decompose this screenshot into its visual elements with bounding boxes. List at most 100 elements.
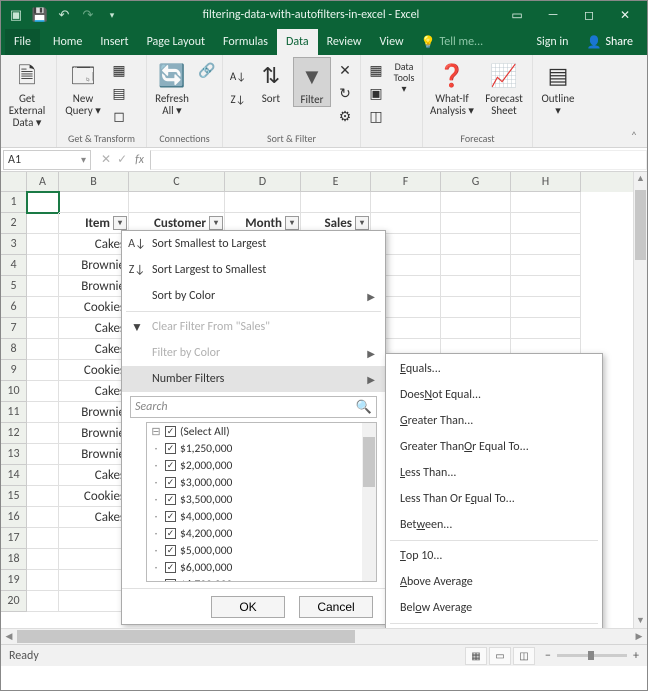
sort-asc-item[interactable]: A↓Sort Smallest to Largest	[122, 231, 385, 257]
checkbox-icon[interactable]: ✓	[165, 579, 176, 581]
cell[interactable]: Brownie	[59, 444, 129, 465]
number-filter-option[interactable]: Equals...	[386, 356, 602, 382]
cell[interactable]	[441, 255, 511, 276]
cell[interactable]	[27, 255, 59, 276]
scroll-right-icon[interactable]: ▶	[631, 629, 647, 644]
cell[interactable]: Brownie	[59, 402, 129, 423]
filter-value-item[interactable]: ·✓$3,000,000	[147, 474, 362, 491]
filter-dropdown-button[interactable]: ▾	[209, 216, 223, 230]
redo-icon[interactable]: ↷	[77, 4, 99, 26]
worksheet-grid[interactable]: ABCDEFGH 1234567891011121314151617181920…	[1, 172, 647, 628]
filter-value-item[interactable]: ·✓$4,000,000	[147, 508, 362, 525]
row-header-1[interactable]: 1	[1, 192, 27, 213]
share-button[interactable]: 👤Share	[576, 29, 643, 55]
list-scrollbar[interactable]	[362, 423, 376, 581]
vertical-scrollbar[interactable]: ▲ ▼	[633, 172, 647, 628]
cell[interactable]	[441, 234, 511, 255]
cell[interactable]	[441, 318, 511, 339]
sort-desc-item[interactable]: Z↓Sort Largest to Smallest	[122, 257, 385, 283]
cell[interactable]: Cakes	[59, 318, 129, 339]
cell[interactable]	[301, 192, 371, 213]
cell[interactable]: Cookies	[59, 297, 129, 318]
name-box[interactable]: A1 ▾	[3, 150, 91, 170]
column-header-H[interactable]: H	[511, 172, 581, 192]
cell[interactable]	[59, 528, 129, 549]
row-header-8[interactable]: 8	[1, 339, 27, 360]
cell[interactable]: Brownie	[59, 255, 129, 276]
row-header-20[interactable]: 20	[1, 591, 27, 612]
cell[interactable]	[511, 213, 581, 234]
scroll-left-icon[interactable]: ◀	[1, 629, 17, 644]
scroll-down-icon[interactable]: ▼	[634, 614, 647, 628]
cell[interactable]	[27, 591, 59, 612]
sign-in[interactable]: Sign in	[528, 29, 576, 55]
tab-insert[interactable]: Insert	[91, 29, 137, 55]
row-header-10[interactable]: 10	[1, 381, 27, 402]
row-header-14[interactable]: 14	[1, 465, 27, 486]
checkbox-icon[interactable]: ✓	[165, 426, 176, 437]
cell[interactable]	[27, 360, 59, 381]
remove-dup-icon[interactable]: ◫	[365, 105, 387, 127]
filter-dropdown-button[interactable]: ▾	[355, 216, 369, 230]
cell[interactable]	[27, 444, 59, 465]
filter-value-item[interactable]: ·✓$1,250,000	[147, 440, 362, 457]
advanced-icon[interactable]: ⚙	[334, 105, 356, 127]
cell[interactable]	[27, 507, 59, 528]
row-header-13[interactable]: 13	[1, 444, 27, 465]
number-filter-option[interactable]: Above Average	[386, 569, 602, 595]
row-header-15[interactable]: 15	[1, 486, 27, 507]
cancel-button[interactable]: Cancel	[299, 596, 373, 618]
cell[interactable]	[441, 213, 511, 234]
cell[interactable]	[441, 297, 511, 318]
filter-values-list[interactable]: ⊟✓(Select All)·✓$1,250,000·✓$2,000,000·✓…	[146, 422, 377, 582]
number-filter-option[interactable]: Below Average	[386, 595, 602, 621]
cell[interactable]	[27, 465, 59, 486]
column-header-D[interactable]: D	[225, 172, 301, 192]
cell[interactable]	[27, 570, 59, 591]
cell[interactable]: Cakes	[59, 381, 129, 402]
chevron-down-icon[interactable]: ▾	[81, 153, 86, 166]
cell[interactable]	[27, 528, 59, 549]
cell[interactable]	[27, 423, 59, 444]
cell[interactable]	[129, 192, 225, 213]
cell[interactable]	[27, 192, 59, 213]
filter-value-item[interactable]: ·✓$5,000,000	[147, 542, 362, 559]
tab-review[interactable]: Review	[318, 29, 371, 55]
cell[interactable]: Cookies	[59, 486, 129, 507]
row-header-6[interactable]: 6	[1, 297, 27, 318]
cell[interactable]: Cakes	[59, 234, 129, 255]
new-query-button[interactable]: 🗔NewQuery ▾	[61, 57, 105, 117]
cell[interactable]	[511, 276, 581, 297]
row-header-12[interactable]: 12	[1, 423, 27, 444]
checkbox-icon[interactable]: ✓	[165, 511, 176, 522]
cell[interactable]	[27, 402, 59, 423]
cell[interactable]: Cookies	[59, 360, 129, 381]
tab-view[interactable]: View	[371, 29, 413, 55]
row-header-3[interactable]: 3	[1, 234, 27, 255]
qat-customize-icon[interactable]: ▾	[101, 4, 123, 26]
ok-button[interactable]: OK	[211, 596, 285, 618]
filter-value-item[interactable]: ·✓$4,200,000	[147, 525, 362, 542]
get-external-data-button[interactable]: 🗎Get ExternalData ▾	[5, 57, 49, 129]
cell[interactable]	[59, 591, 129, 612]
filter-value-item[interactable]: ·✓$6,700,000	[147, 576, 362, 581]
zoom-out-icon[interactable]: −	[545, 649, 551, 663]
checkbox-icon[interactable]: ✓	[165, 494, 176, 505]
row-header-7[interactable]: 7	[1, 318, 27, 339]
minimize-button[interactable]: —	[535, 1, 571, 29]
cell[interactable]: Cakes	[59, 339, 129, 360]
cell[interactable]	[27, 381, 59, 402]
checkbox-icon[interactable]: ✓	[165, 443, 176, 454]
column-header-A[interactable]: A	[27, 172, 59, 192]
cell[interactable]	[371, 192, 441, 213]
cell[interactable]	[27, 297, 59, 318]
cell[interactable]	[59, 570, 129, 591]
checkbox-icon[interactable]: ✓	[165, 545, 176, 556]
scroll-thumb[interactable]	[635, 190, 646, 260]
hscroll-thumb[interactable]	[17, 630, 355, 643]
column-header-E[interactable]: E	[301, 172, 371, 192]
filter-dropdown-button[interactable]: ▾	[285, 216, 299, 230]
page-layout-view-icon[interactable]: ▭	[489, 647, 511, 665]
cell[interactable]: Cakes	[59, 465, 129, 486]
filter-value-item[interactable]: ·✓$6,000,000	[147, 559, 362, 576]
